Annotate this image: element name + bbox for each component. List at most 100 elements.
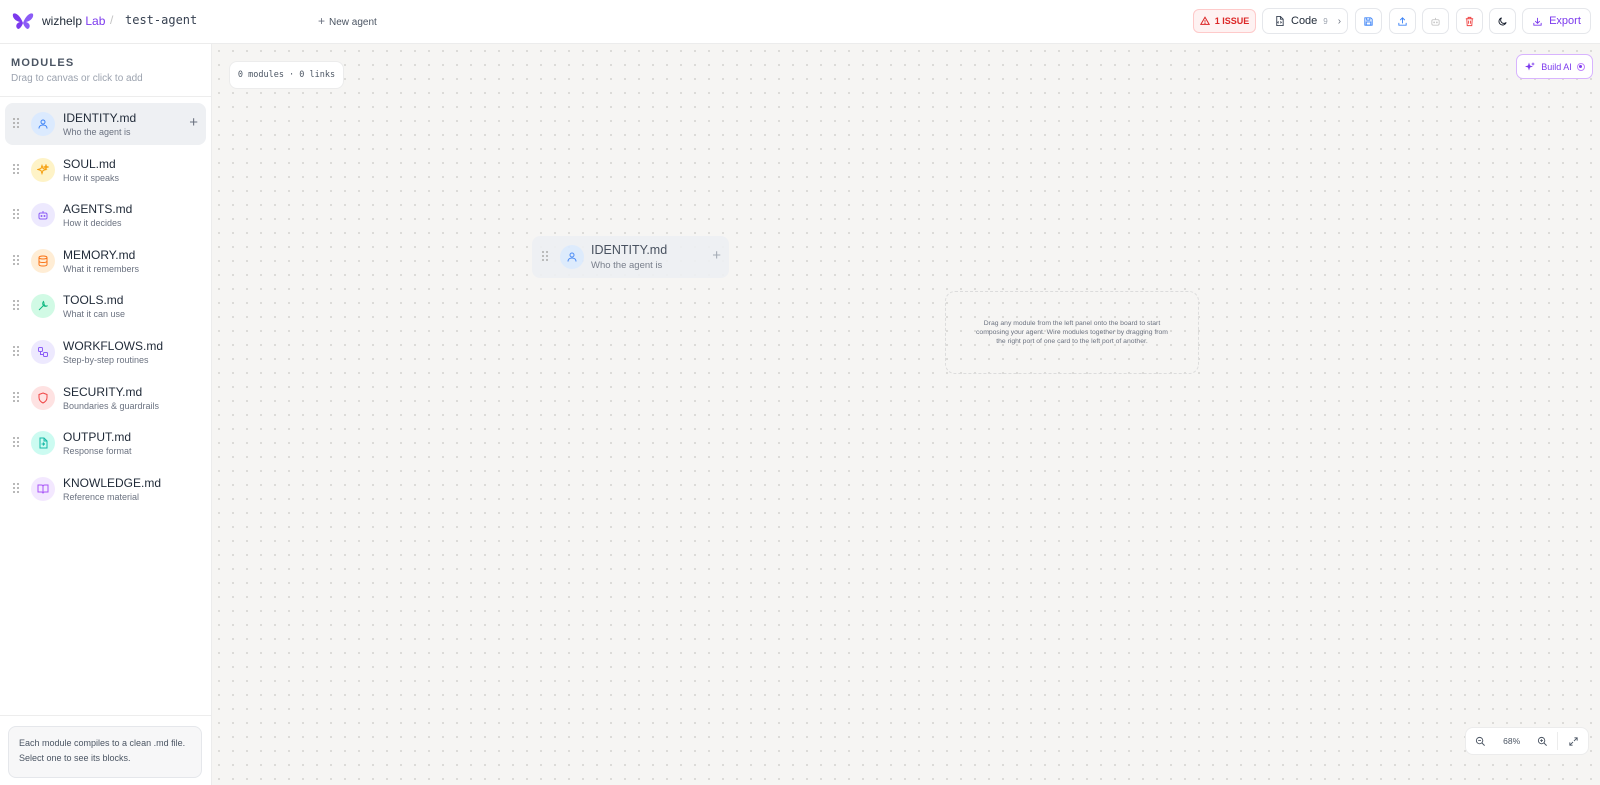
new-agent-label: New agent: [329, 17, 377, 28]
add-icon[interactable]: +: [712, 248, 721, 263]
code-button[interactable]: Code 9 ›: [1262, 8, 1348, 34]
drag-handle-icon[interactable]: [13, 300, 19, 311]
save-icon: [1364, 16, 1373, 26]
brand-text: wizhelp: [42, 14, 83, 28]
drag-handle-icon[interactable]: [542, 251, 548, 261]
sparkles-icon: [1525, 61, 1536, 70]
zoom-level: 68%: [1503, 736, 1521, 746]
module-item-output[interactable]: OUTPUT.md Response format: [5, 422, 206, 464]
database-icon: [31, 248, 55, 273]
drag-handle-icon[interactable]: [13, 482, 19, 493]
bot-icon: [1431, 17, 1440, 26]
warning-icon: [1199, 16, 1210, 25]
module-description: How it decides: [63, 218, 122, 229]
dragging-module-card[interactable]: IDENTITY.md Who the agent is +: [532, 236, 729, 278]
module-description: How it speaks: [63, 172, 120, 183]
code-label: Code: [1291, 15, 1318, 27]
user-icon: [560, 245, 584, 269]
zoom-out-button[interactable]: [1466, 727, 1496, 755]
sidebar-title: MODULES: [11, 57, 75, 69]
module-item-tools[interactable]: TOOLS.md What it can use: [5, 285, 206, 327]
fit-view-button[interactable]: [1558, 727, 1588, 755]
module-description: What it can use: [63, 309, 126, 320]
module-description: Who the agent is: [591, 260, 663, 271]
new-agent-button[interactable]: + New agent: [318, 14, 377, 28]
module-item-identity[interactable]: IDENTITY.md Who the agent is +: [5, 103, 206, 145]
module-description: Boundaries & guardrails: [63, 400, 160, 411]
module-name: IDENTITY.md: [591, 243, 668, 257]
book-icon: [31, 476, 55, 501]
maximize-icon: [1568, 736, 1578, 746]
save-button[interactable]: [1355, 8, 1382, 34]
module-list: IDENTITY.md Who the agent is + SOUL.md H…: [5, 103, 206, 513]
drag-handle-icon[interactable]: [13, 254, 19, 265]
module-name: OUTPUT.md: [63, 430, 132, 445]
shield-icon: [31, 385, 55, 410]
module-name: TOOLS.md: [63, 293, 124, 308]
module-name: SECURITY.md: [63, 384, 143, 399]
module-description: Step-by-step routines: [63, 354, 149, 365]
add-icon[interactable]: +: [189, 115, 198, 130]
modules-sidebar: MODULES Drag to canvas or click to add I…: [0, 44, 212, 785]
build-ai-button[interactable]: Build AI: [1516, 54, 1593, 79]
sidebar-subtitle: Drag to canvas or click to add: [11, 73, 143, 84]
divider: [0, 96, 211, 97]
module-item-knowledge[interactable]: KNOWLEDGE.md Reference material: [5, 468, 206, 510]
drag-handle-icon[interactable]: [13, 345, 19, 356]
butterfly-logo-icon[interactable]: [12, 11, 34, 31]
module-description: Who the agent is: [63, 127, 131, 137]
export-label: Export: [1549, 15, 1581, 27]
deploy-agent-button[interactable]: [1422, 8, 1449, 34]
module-item-security[interactable]: SECURITY.md Boundaries & guardrails: [5, 377, 206, 419]
user-icon: [31, 112, 55, 136]
module-name: AGENTS.md: [63, 202, 133, 217]
module-name: IDENTITY.md: [63, 111, 137, 125]
divider: [0, 715, 211, 716]
top-bar: wizhelp Lab / test-agent + New agent 1 IS…: [0, 0, 1600, 44]
module-description: Response format: [63, 446, 132, 457]
file-output-icon: [31, 431, 55, 456]
agent-canvas[interactable]: 0 modules · 0 links Build AI IDENTITY.md…: [212, 44, 1600, 785]
module-item-soul[interactable]: SOUL.md How it speaks: [5, 149, 206, 191]
code-count: 9: [1323, 16, 1328, 26]
wrench-icon: [31, 294, 55, 319]
module-description: Reference material: [63, 491, 140, 502]
trash-icon: [1465, 16, 1474, 26]
zoom-in-button[interactable]: [1527, 727, 1557, 755]
agent-name[interactable]: test-agent: [125, 13, 197, 27]
workflow-icon: [31, 339, 55, 364]
zoom-out-icon: [1476, 736, 1486, 746]
drag-handle-icon[interactable]: [13, 163, 19, 174]
theme-toggle-button[interactable]: [1489, 8, 1516, 34]
zoom-in-icon: [1537, 736, 1547, 746]
sparkles-icon: [31, 157, 55, 182]
chevron-right-icon: ›: [1337, 15, 1342, 27]
download-icon: [1533, 17, 1542, 26]
status-dot-icon: [1576, 62, 1585, 71]
upload-icon: [1398, 16, 1407, 26]
drag-handle-icon[interactable]: [13, 209, 19, 220]
brand-name: wizhelp Lab: [42, 14, 105, 28]
breadcrumb-separator: /: [110, 13, 114, 27]
module-item-memory[interactable]: MEMORY.md What it remembers: [5, 240, 206, 282]
build-ai-label: Build AI: [1541, 61, 1572, 72]
module-name: WORKFLOWS.md: [63, 338, 164, 353]
drag-handle-icon[interactable]: [13, 118, 19, 128]
upload-button[interactable]: [1389, 8, 1416, 34]
module-name: KNOWLEDGE.md: [63, 475, 162, 490]
module-name: MEMORY.md: [63, 247, 136, 262]
bot-icon: [31, 203, 55, 228]
issues-button[interactable]: 1 ISSUE: [1193, 9, 1256, 33]
file-code-icon: [1276, 15, 1284, 27]
delete-button[interactable]: [1456, 8, 1483, 34]
module-item-workflows[interactable]: WORKFLOWS.md Step-by-step routines: [5, 331, 206, 373]
drag-handle-icon[interactable]: [13, 391, 19, 402]
export-button[interactable]: Export: [1522, 8, 1591, 34]
issue-count-label: 1 ISSUE: [1214, 16, 1250, 26]
plus-icon: +: [318, 14, 326, 28]
module-name: SOUL.md: [63, 156, 116, 171]
zoom-controls: 68%: [1465, 727, 1589, 755]
drag-handle-icon[interactable]: [13, 437, 19, 448]
module-item-agents[interactable]: AGENTS.md How it decides: [5, 194, 206, 236]
sidebar-header: MODULES Drag to canvas or click to add: [11, 57, 143, 84]
